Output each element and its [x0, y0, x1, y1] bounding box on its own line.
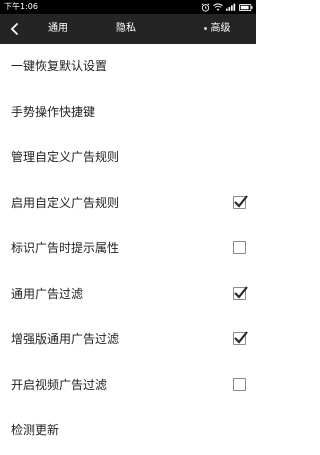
alarm-icon	[201, 2, 210, 12]
tab-privacy[interactable]: 隐私	[108, 14, 144, 44]
selected-dot-icon	[203, 26, 207, 30]
checkmark-icon	[234, 285, 248, 299]
battery-icon	[239, 3, 253, 11]
setting-check-updates[interactable]: 检测更新	[0, 408, 256, 454]
checkbox-unchecked[interactable]	[233, 241, 246, 254]
setting-label: 手势操作快捷键	[11, 104, 96, 119]
checkbox-checked[interactable]	[233, 331, 248, 345]
back-arrow-icon	[10, 22, 19, 36]
wifi-icon	[213, 3, 223, 11]
setting-enhanced-generic-ad-filter[interactable]: 增强版通用广告过滤	[0, 317, 256, 363]
checkmark-icon	[234, 194, 248, 208]
setting-label: 一键恢复默认设置	[11, 59, 108, 73]
setting-restore-defaults[interactable]: 一键恢复默认设置	[0, 44, 256, 90]
setting-label: 标识广告时提示属性	[11, 241, 120, 255]
tab-label: 通用	[48, 23, 68, 34]
setting-label: 检测更新	[11, 423, 60, 437]
status-bar: 下午1:06	[0, 0, 256, 14]
back-button[interactable]	[4, 14, 26, 44]
checkbox-checked[interactable]	[233, 285, 248, 300]
checkmark-icon	[234, 331, 248, 344]
setting-enable-custom-ad-rules[interactable]: 启用自定义广告规则	[0, 181, 256, 227]
setting-generic-ad-filter[interactable]: 通用广告过滤	[0, 272, 256, 318]
setting-video-ad-filter[interactable]: 开启视频广告过滤	[0, 363, 256, 409]
checkbox-unchecked[interactable]	[233, 377, 246, 391]
tab-advanced[interactable]: 高级	[188, 14, 246, 44]
setting-label: 增强版通用广告过滤	[11, 332, 120, 346]
checkbox-checked[interactable]	[233, 194, 248, 209]
top-bar: 通用 隐私 高级	[0, 14, 256, 44]
setting-gesture-shortcuts[interactable]: 手势操作快捷键	[0, 90, 256, 136]
setting-label: 启用自定义广告规则	[11, 195, 120, 210]
setting-label: 管理自定义广告规则	[11, 150, 120, 164]
setting-label: 通用广告过滤	[11, 286, 84, 301]
setting-manage-custom-ad-rules[interactable]: 管理自定义广告规则	[0, 135, 256, 181]
setting-label: 开启视频广告过滤	[11, 377, 108, 392]
setting-ad-marking-prompt[interactable]: 标识广告时提示属性	[0, 226, 256, 272]
status-time: 下午1:06	[4, 2, 38, 11]
tab-label: 高级	[210, 23, 231, 34]
settings-list: 一键恢复默认设置 手势操作快捷键 管理自定义广告规则 启用自定义广告规则 标识广…	[0, 44, 256, 454]
tab-general[interactable]: 通用	[40, 14, 76, 44]
signal-icon	[226, 3, 236, 11]
tab-label: 隐私	[116, 23, 136, 34]
status-icons	[201, 2, 253, 12]
